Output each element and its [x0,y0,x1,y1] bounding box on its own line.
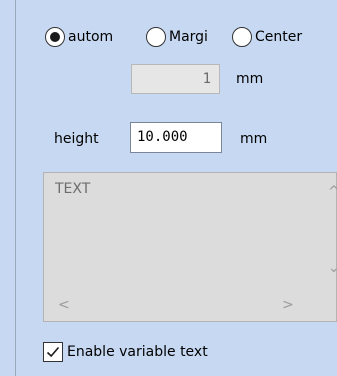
value-field-disabled: 1 [131,64,220,94]
panel-left-border [15,0,16,376]
radio-center-label: Center [255,29,303,45]
radio-button-icon[interactable] [146,27,166,47]
radio-margin[interactable]: Margi [146,25,221,49]
scroll-right-icon[interactable]: > [282,298,294,312]
radio-button-icon[interactable] [45,27,65,47]
radio-margin-label: Margi [169,29,208,45]
horizontal-scrollbar[interactable]: < > [44,288,302,321]
radio-button-icon[interactable] [232,27,252,47]
radio-auto[interactable]: autom [45,25,121,49]
vertical-scrollbar[interactable]: ^ ⌄ [300,173,337,289]
height-input[interactable]: 10.000 [130,122,222,153]
scroll-up-icon[interactable]: ^ [328,185,337,199]
height-unit-label: mm [240,131,268,147]
scroll-down-icon[interactable]: ⌄ [328,261,337,275]
radio-center[interactable]: Center [232,25,331,49]
radio-auto-label: autom [68,29,114,45]
radio-selected-dot [50,32,60,42]
enable-variable-text-option[interactable]: Enable variable text [43,341,208,363]
enable-variable-text-checkbox[interactable] [43,342,63,362]
checkmark-icon [46,346,60,358]
enable-variable-text-label: Enable variable text [67,344,208,360]
scroll-left-icon[interactable]: < [58,298,70,312]
value-unit-label: mm [236,71,264,87]
height-label: height [54,131,99,147]
text-area[interactable]: TEXT ^ ⌄ < > [43,172,337,322]
text-area-content: TEXT [55,181,91,197]
